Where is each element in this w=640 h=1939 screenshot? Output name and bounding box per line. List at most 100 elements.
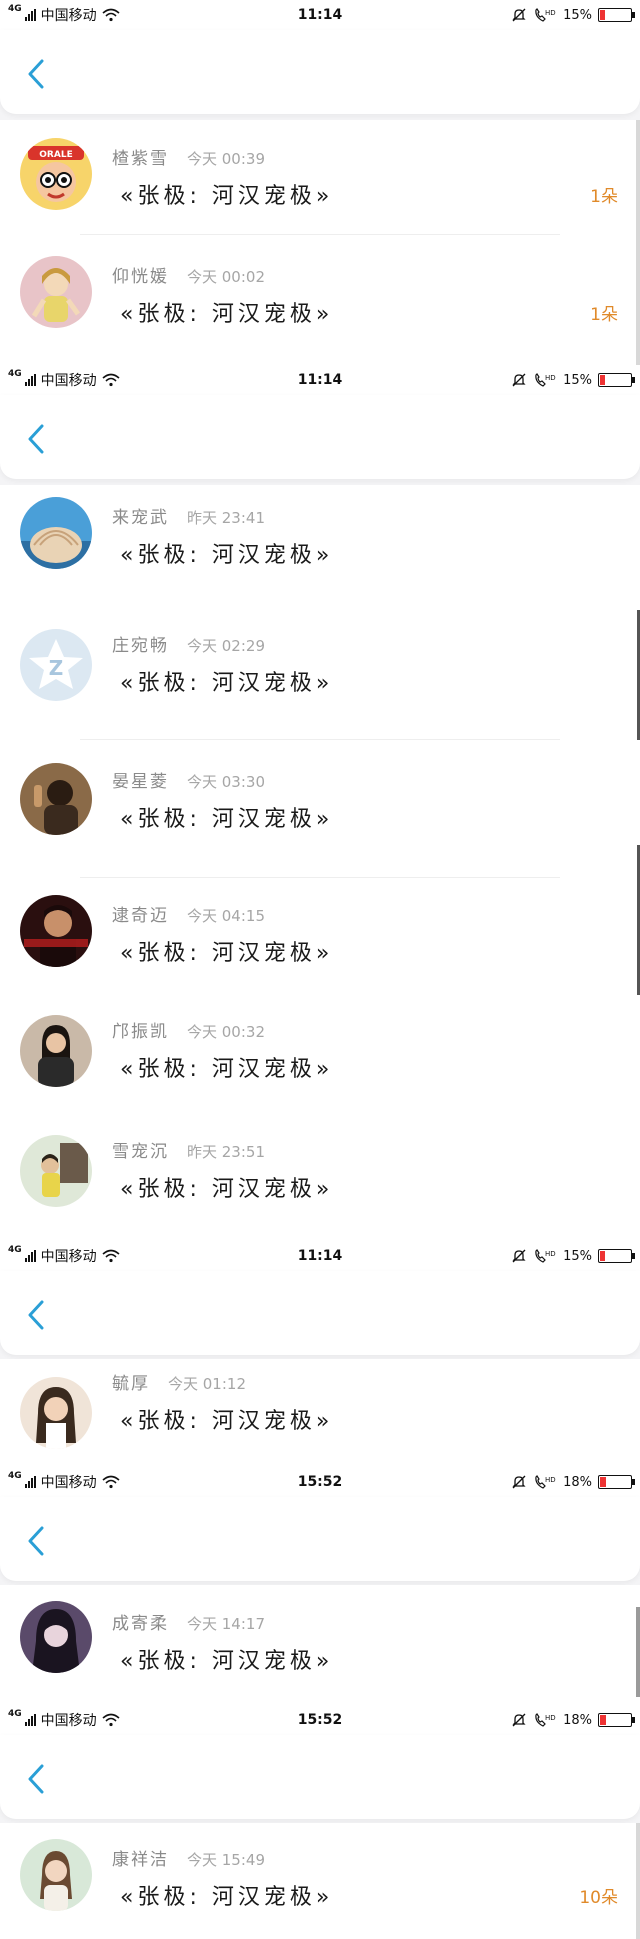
status-time: 11:14 xyxy=(297,7,343,23)
nav-header xyxy=(0,1271,640,1355)
list-item[interactable]: 成寄柔 今天 14:17 «张极: 河汉宠极» xyxy=(0,1585,640,1705)
svg-text:HD: HD xyxy=(545,374,556,382)
name-text: 楂紫雪 xyxy=(112,149,169,169)
carrier-label: 中国移动 xyxy=(40,1249,97,1265)
avatar xyxy=(20,256,92,328)
message-list: 来宠武 昨天 23:41 «张极: 河汉宠极» Z 庄宛畅 今天 02:29 «张极… xyxy=(0,485,640,1241)
row-divider xyxy=(80,739,560,740)
name-text: 来宠武 xyxy=(112,508,169,528)
message-preview: «张极: 河汉宠极» xyxy=(120,941,334,966)
wifi-icon xyxy=(102,1249,120,1263)
list-item[interactable]: 雪宠沉 昨天 23:51 «张极: 河汉宠极» xyxy=(0,1121,640,1241)
nav-header xyxy=(0,1497,640,1581)
svg-text:HD: HD xyxy=(545,1714,556,1722)
status-bar: 4G 中国移动 15:52 HD 18% xyxy=(0,1467,640,1497)
battery-percent: 18% xyxy=(563,1712,592,1728)
flower-count-badge: 1朵 xyxy=(590,305,618,325)
avatar: ORALE xyxy=(20,138,92,210)
nav-header xyxy=(0,30,640,114)
battery-icon xyxy=(598,1475,635,1489)
back-button[interactable] xyxy=(22,1299,50,1331)
network-type: 4G xyxy=(8,1471,22,1481)
screenshot-segment: 4G 中国移动 11:14 HD 15% ORALE 楂紫雪 今天 00:39 «… xyxy=(0,0,640,365)
message-time: 今天 03:30 xyxy=(187,773,265,791)
network-type: 4G xyxy=(8,369,22,379)
list-item[interactable]: ORALE 楂紫雪 今天 00:39 «张极: 河汉宠极» 1朵 xyxy=(0,120,640,238)
message-list: ORALE 楂紫雪 今天 00:39 «张极: 河汉宠极» 1朵 仰恍媛 今天 00… xyxy=(0,120,640,365)
list-item[interactable]: 仰恍媛 今天 00:02 «张极: 河汉宠极» 1朵 xyxy=(0,238,640,365)
svg-text:HD: HD xyxy=(545,9,556,17)
name-text: 康祥洁 xyxy=(112,1850,169,1870)
avatar xyxy=(20,1015,92,1087)
back-button[interactable] xyxy=(22,58,50,90)
avatar xyxy=(20,1135,92,1207)
chevron-left-icon xyxy=(28,424,44,454)
list-item[interactable]: 逮奇迈 今天 04:15 «张极: 河汉宠极» xyxy=(0,881,640,1001)
hd-call-icon: HD xyxy=(535,1713,556,1727)
back-button[interactable] xyxy=(22,1525,50,1557)
network-type: 4G xyxy=(8,1709,22,1719)
message-list: 成寄柔 今天 14:17 «张极: 河汉宠极» xyxy=(0,1585,640,1705)
message-preview: «张极: 河汉宠极» xyxy=(120,1885,334,1910)
avatar xyxy=(20,1377,92,1449)
message-time: 今天 04:15 xyxy=(187,907,265,925)
battery-percent: 15% xyxy=(563,1248,592,1264)
flower-count-badge: 10朵 xyxy=(579,1888,618,1908)
message-time: 今天 00:02 xyxy=(187,268,265,286)
name-text: 邝振凯 xyxy=(112,1022,169,1042)
signal-icon xyxy=(24,1714,36,1726)
avatar xyxy=(20,1839,92,1911)
wifi-icon xyxy=(102,1713,120,1727)
screenshot-segment: 4G 中国移动 11:14 HD 15% 毓厚 今天 01:12 «张极: 河汉宠… xyxy=(0,1241,640,1467)
list-item[interactable]: 来宠武 昨天 23:41 «张极: 河汉宠极» xyxy=(0,485,640,613)
svg-text:Z: Z xyxy=(49,656,64,680)
battery-icon xyxy=(598,1713,635,1727)
back-button[interactable] xyxy=(22,423,50,455)
message-preview: «张极: 河汉宠极» xyxy=(120,1177,334,1202)
hd-call-icon: HD xyxy=(535,373,556,387)
nav-header xyxy=(0,395,640,479)
svg-text:HD: HD xyxy=(545,1476,556,1484)
message-preview: «张极: 河汉宠极» xyxy=(120,1649,334,1674)
message-list: 毓厚 今天 01:12 «张极: 河汉宠极» xyxy=(0,1359,640,1467)
mute-icon xyxy=(512,373,526,387)
list-item[interactable]: 邝振凯 今天 00:32 «张极: 河汉宠极» xyxy=(0,1001,640,1121)
wifi-icon xyxy=(102,1475,120,1489)
message-preview: «张极: 河汉宠极» xyxy=(120,1057,334,1082)
network-type: 4G xyxy=(8,4,22,14)
list-item[interactable]: 康祥洁 今天 15:49 «张极: 河汉宠极» 10朵 xyxy=(0,1823,640,1939)
contact-name: 康祥洁 今天 15:49 xyxy=(112,1845,265,1870)
avatar xyxy=(20,763,92,835)
contact-name: 楂紫雪 今天 00:39 xyxy=(112,144,265,169)
screenshot-segment: 4G 中国移动 11:14 HD 15% 来宠武 昨天 23:41 «张极: 河汉… xyxy=(0,365,640,1241)
nav-header xyxy=(0,1735,640,1819)
list-item[interactable]: 毓厚 今天 01:12 «张极: 河汉宠极» xyxy=(0,1359,640,1467)
hd-call-icon: HD xyxy=(535,8,556,22)
battery-percent: 15% xyxy=(563,372,592,388)
contact-name: 成寄柔 今天 14:17 xyxy=(112,1609,265,1634)
scrollbar[interactable] xyxy=(636,1607,640,1697)
list-item[interactable]: Z 庄宛畅 今天 02:29 «张极: 河汉宠极» xyxy=(0,613,640,745)
battery-percent: 18% xyxy=(563,1474,592,1490)
contact-name: 毓厚 今天 01:12 xyxy=(112,1369,246,1394)
mute-icon xyxy=(512,8,526,22)
back-button[interactable] xyxy=(22,1763,50,1795)
avatar xyxy=(20,497,92,569)
signal-icon xyxy=(24,9,36,21)
message-time: 昨天 23:41 xyxy=(187,509,265,527)
message-time: 今天 15:49 xyxy=(187,1851,265,1869)
signal-icon xyxy=(24,374,36,386)
avatar xyxy=(20,895,92,967)
chevron-left-icon xyxy=(28,1300,44,1330)
svg-text:ORALE: ORALE xyxy=(39,150,72,160)
message-preview: «张极: 河汉宠极» xyxy=(120,671,334,696)
mute-icon xyxy=(512,1249,526,1263)
message-time: 今天 01:12 xyxy=(168,1375,246,1393)
screenshot-segment: 4G 中国移动 15:52 HD 18% 康祥洁 今天 15:49 «张极: 河汉… xyxy=(0,1705,640,1939)
status-bar: 4G 中国移动 11:14 HD 15% xyxy=(0,365,640,395)
list-item[interactable]: 晏星菱 今天 03:30 «张极: 河汉宠极» xyxy=(0,745,640,881)
mute-icon xyxy=(512,1475,526,1489)
scrollbar[interactable] xyxy=(636,120,640,365)
scrollbar[interactable] xyxy=(636,1823,640,1939)
carrier-label: 中国移动 xyxy=(40,1475,97,1491)
